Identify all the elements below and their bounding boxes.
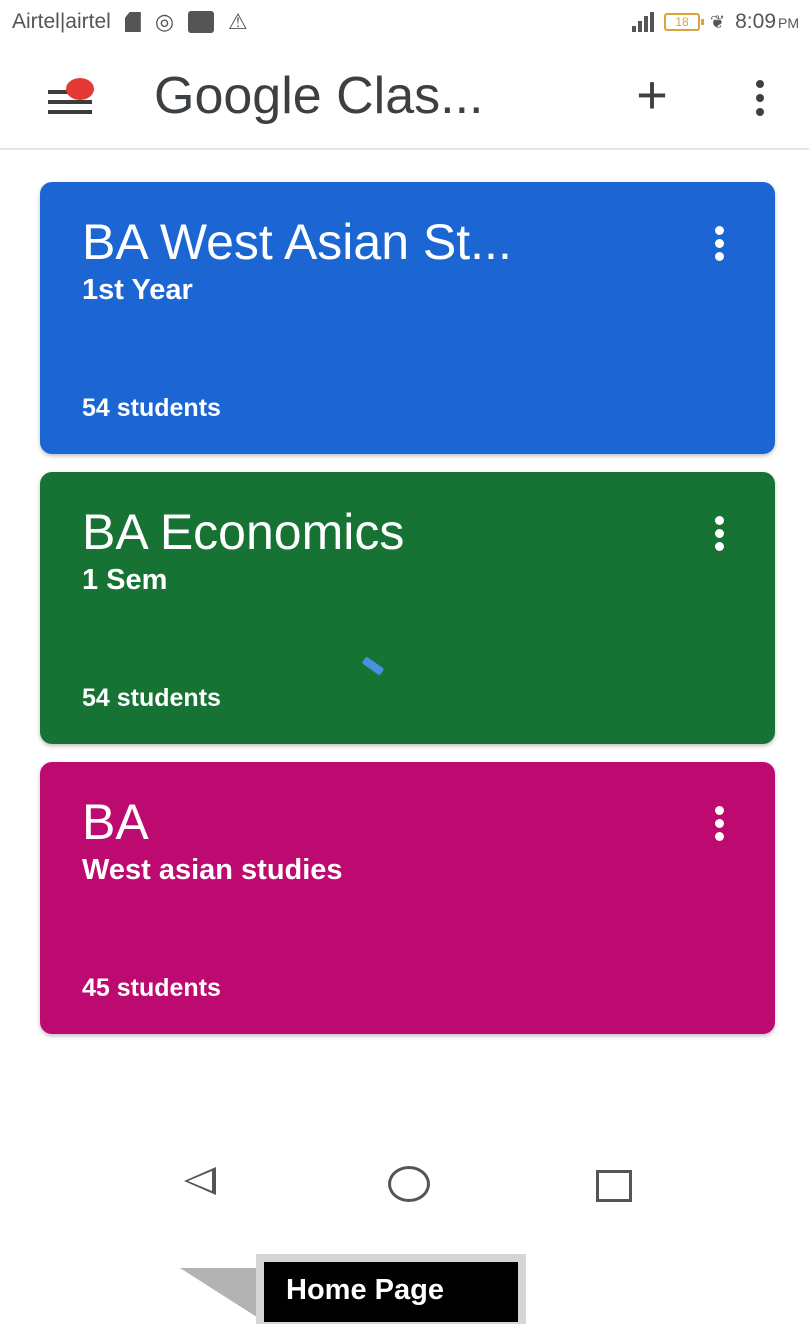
back-icon[interactable] bbox=[184, 1167, 216, 1195]
plus-icon: + bbox=[636, 65, 668, 125]
clock-ampm: PM bbox=[778, 15, 799, 31]
clock-time: 8:09 bbox=[735, 10, 776, 33]
status-bar: Airtel|airtel ◎ ⚠ 18 ❦ 8:09 PM bbox=[0, 0, 809, 48]
more-dot bbox=[715, 832, 724, 841]
pen-mark-icon bbox=[361, 656, 385, 676]
notification-dot-icon bbox=[66, 78, 94, 100]
notification-square-icon bbox=[188, 11, 215, 33]
class-section: 1st Year bbox=[82, 274, 193, 306]
sd-card-icon bbox=[124, 12, 141, 32]
more-dot bbox=[715, 252, 724, 261]
carrier-label: Airtel|airtel bbox=[12, 10, 111, 33]
more-dot bbox=[715, 239, 724, 248]
class-options-button[interactable] bbox=[707, 224, 731, 264]
battery-icon: 18 bbox=[664, 13, 705, 31]
student-count: 45 students bbox=[82, 974, 221, 1002]
class-section: 1 Sem bbox=[82, 564, 168, 596]
more-vertical-icon bbox=[715, 806, 724, 815]
class-title: BA bbox=[82, 794, 149, 850]
class-title: BA Economics bbox=[82, 504, 405, 560]
more-dot bbox=[715, 542, 724, 551]
more-vertical-icon bbox=[715, 226, 724, 235]
home-icon[interactable] bbox=[388, 1166, 430, 1202]
more-options-button[interactable] bbox=[742, 74, 778, 124]
class-title: BA West Asian St... bbox=[82, 214, 512, 270]
status-left: Airtel|airtel ◎ ⚠ bbox=[12, 10, 248, 34]
student-count: 54 students bbox=[82, 684, 221, 712]
class-card[interactable]: BA West asian studies 45 students bbox=[40, 762, 775, 1034]
app-bar: Google Clas... + bbox=[0, 48, 809, 150]
clock: 8:09 PM bbox=[735, 10, 799, 34]
class-section: West asian studies bbox=[82, 854, 343, 886]
warning-icon: ⚠ bbox=[228, 9, 248, 34]
menu-button[interactable] bbox=[44, 76, 100, 120]
callout-label: Home Page bbox=[264, 1262, 518, 1322]
more-vertical-icon bbox=[715, 516, 724, 525]
more-vertical-icon bbox=[756, 80, 764, 88]
class-options-button[interactable] bbox=[707, 514, 731, 554]
student-count: 54 students bbox=[82, 394, 221, 422]
leaf-icon: ❦ bbox=[710, 11, 726, 32]
callout-arrow-icon bbox=[180, 1268, 260, 1319]
status-right: 18 ❦ 8:09 PM bbox=[632, 10, 799, 34]
eye-icon: ◎ bbox=[154, 9, 175, 34]
add-class-button[interactable]: + bbox=[626, 68, 678, 122]
more-dot bbox=[715, 529, 724, 538]
class-card[interactable]: BA Economics 1 Sem 54 students bbox=[40, 472, 775, 744]
class-options-button[interactable] bbox=[707, 804, 731, 844]
signal-icon bbox=[632, 12, 655, 32]
more-dot bbox=[756, 108, 764, 116]
class-card[interactable]: BA West Asian St... 1st Year 54 students bbox=[40, 182, 775, 454]
recent-apps-icon[interactable] bbox=[596, 1170, 632, 1202]
app-title: Google Clas... bbox=[154, 67, 484, 125]
more-dot bbox=[715, 819, 724, 828]
battery-level: 18 bbox=[675, 15, 689, 29]
more-dot bbox=[756, 94, 764, 102]
